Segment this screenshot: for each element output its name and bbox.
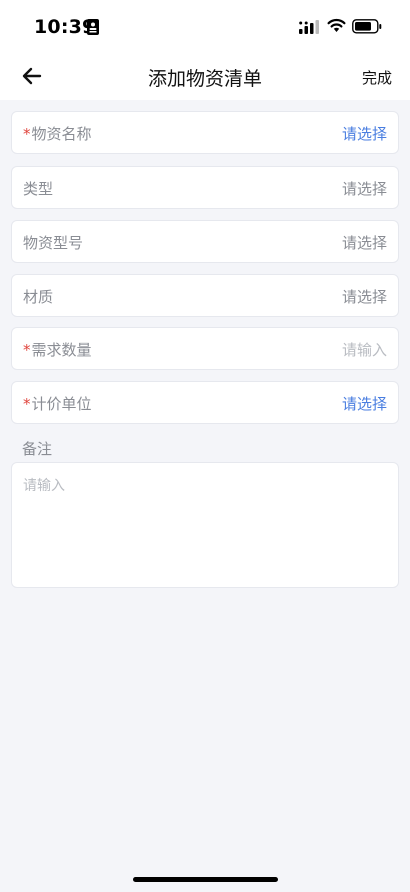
field-pricing-unit[interactable]: *计价单位 请选择: [11, 381, 399, 424]
remark-label: 备注: [22, 440, 53, 458]
field-label: 材质: [23, 288, 54, 306]
field-required-quantity[interactable]: *需求数量 请输入: [11, 327, 399, 370]
field-select[interactable]: 请选择: [342, 393, 387, 414]
signal-icon: [299, 20, 319, 34]
field-label: 物资型号: [23, 234, 84, 252]
wifi-icon: [327, 18, 346, 32]
battery-icon: [352, 19, 382, 34]
required-mark: *: [23, 341, 31, 359]
required-mark: *: [23, 125, 31, 143]
remark-textarea[interactable]: 请输入: [11, 462, 399, 588]
field-label: 类型: [23, 180, 54, 198]
id-card-icon: [87, 19, 99, 35]
field-select[interactable]: 请选择: [342, 123, 387, 144]
field-type[interactable]: 类型 请选择: [11, 166, 399, 209]
field-select[interactable]: 请选择: [342, 178, 387, 199]
field-material-quality[interactable]: 材质 请选择: [11, 274, 399, 317]
required-mark: *: [23, 395, 31, 413]
page-title: 添加物资清单: [147, 68, 262, 90]
field-material-model[interactable]: 物资型号 请选择: [11, 220, 399, 263]
field-select[interactable]: 请选择: [342, 286, 387, 307]
remark-placeholder: 请输入: [23, 478, 65, 494]
field-material-name[interactable]: *物资名称 请选择: [11, 111, 399, 154]
field-label: *物资名称: [23, 125, 92, 143]
quantity-input[interactable]: 请输入: [342, 339, 387, 360]
screen: 10:39 添加物资清单 完成 *物资名称 请选择 类型 请选择 物资型号 请选…: [0, 0, 410, 892]
status-bar: 10:39: [0, 0, 410, 52]
field-label: *需求数量: [23, 341, 92, 359]
nav-bar: 添加物资清单 完成: [0, 52, 410, 100]
done-button[interactable]: 完成: [362, 67, 392, 88]
home-indicator: [133, 877, 278, 882]
field-select[interactable]: 请选择: [342, 232, 387, 253]
field-label: *计价单位: [23, 395, 92, 413]
